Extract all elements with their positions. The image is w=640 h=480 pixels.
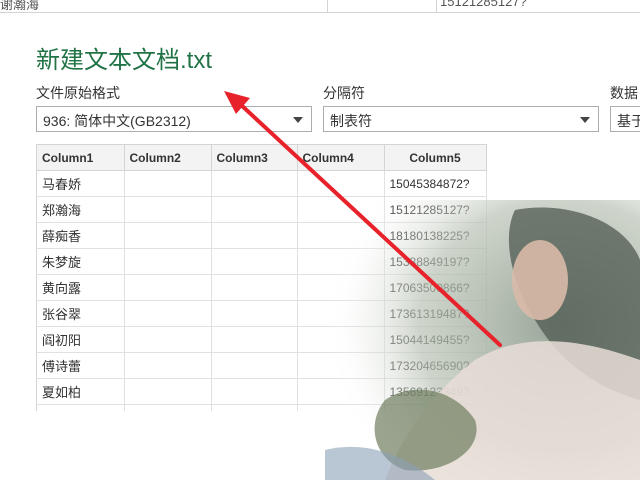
table-cell xyxy=(297,170,385,197)
table-cell: 15045384872? xyxy=(384,170,487,197)
column-header[interactable]: Column4 xyxy=(297,145,385,171)
table-cell xyxy=(211,248,298,275)
table-cell xyxy=(124,248,212,275)
column-header[interactable]: Column5 xyxy=(384,145,487,171)
table-cell: 马春娇 xyxy=(37,170,125,197)
table-cell xyxy=(211,222,298,249)
table-cell xyxy=(124,170,212,197)
table-cell xyxy=(211,274,298,301)
overlay-photo xyxy=(325,200,640,480)
table-cell: 傅诗蕾 xyxy=(37,352,125,379)
delimiter-label: 分隔符 xyxy=(323,85,365,101)
data-type-detection-select[interactable]: 基于 xyxy=(610,106,640,132)
table-row: 马春娇 15045384872? xyxy=(37,170,487,197)
cell-divider xyxy=(327,0,328,12)
cell-divider xyxy=(436,0,437,12)
table-cell xyxy=(124,326,212,353)
table-cell: 朱梦旋 xyxy=(37,248,125,275)
table-cell xyxy=(124,352,212,379)
table-cell: 薛痴香 xyxy=(37,222,125,249)
table-cell xyxy=(211,170,298,197)
table-cell xyxy=(211,326,298,353)
chevron-down-icon xyxy=(580,117,590,123)
column-header[interactable]: Column3 xyxy=(211,145,298,171)
file-origin-select[interactable]: 936: 简体中文(GB2312) xyxy=(36,106,312,132)
sheet-cell: 15121285127? xyxy=(440,0,527,9)
data-type-detection-value: 基于 xyxy=(617,113,640,129)
data-type-detection-label: 数据 xyxy=(610,85,638,101)
table-cell xyxy=(124,300,212,327)
sheet-cell: 谢瀚海 xyxy=(0,0,40,12)
chevron-down-icon xyxy=(293,117,303,123)
table-cell: 张谷翠 xyxy=(37,300,125,327)
table-cell: 阎初阳 xyxy=(37,326,125,353)
table-cell xyxy=(124,378,212,405)
table-cell xyxy=(211,196,298,223)
table-cell xyxy=(211,300,298,327)
delimiter-value: 制表符 xyxy=(330,113,372,129)
column-header[interactable]: Column2 xyxy=(124,145,212,171)
table-cell xyxy=(124,274,212,301)
spreadsheet-top-strip: 谢瀚海 15121285127? xyxy=(0,0,640,13)
table-cell xyxy=(211,404,298,411)
table-cell: 夏如柏 xyxy=(37,378,125,405)
column-header[interactable]: Column1 xyxy=(37,145,125,171)
dialog-title: 新建文本文档.txt xyxy=(36,47,213,74)
delimiter-select[interactable]: 制表符 xyxy=(323,106,599,132)
table-cell xyxy=(124,404,212,411)
file-origin-value: 936: 简体中文(GB2312) xyxy=(43,113,191,129)
file-origin-label: 文件原始格式 xyxy=(36,85,120,101)
table-cell: 冯清润 xyxy=(37,404,125,411)
table-cell xyxy=(211,378,298,405)
table-cell xyxy=(124,196,212,223)
table-cell xyxy=(211,352,298,379)
table-cell xyxy=(124,222,212,249)
table-cell: 黄向露 xyxy=(37,274,125,301)
table-cell: 郑瀚海 xyxy=(37,196,125,223)
